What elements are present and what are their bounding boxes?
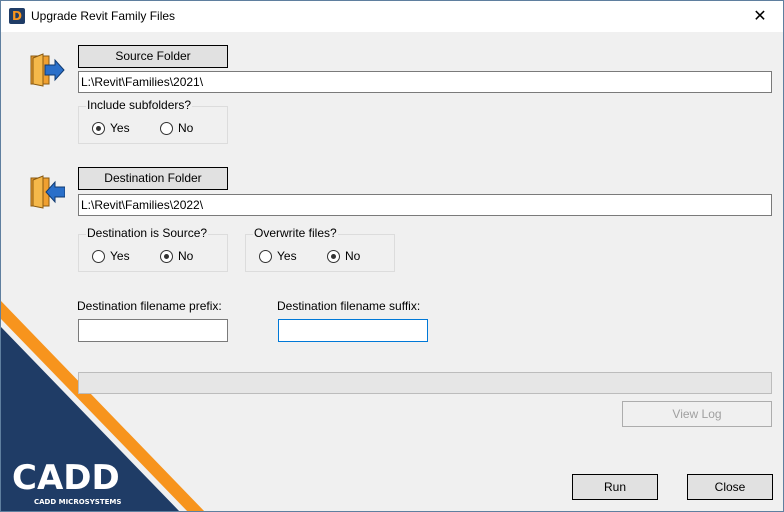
- run-button[interactable]: Run: [572, 474, 658, 500]
- overwrite-files-label: Overwrite files?: [253, 226, 338, 240]
- include-subfolders-yes-radio[interactable]: Yes: [92, 120, 130, 136]
- destination-is-source-no-radio[interactable]: No: [160, 248, 193, 264]
- folder-in-icon: [30, 53, 65, 87]
- radio-indicator: [259, 249, 272, 263]
- radio-indicator: [160, 249, 173, 263]
- destination-is-source-label: Destination is Source?: [86, 226, 209, 240]
- destination-is-source-yes-radio[interactable]: Yes: [92, 248, 130, 264]
- title-bar: D Upgrade Revit Family Files ✕: [1, 1, 783, 32]
- window-title: Upgrade Revit Family Files: [31, 9, 176, 23]
- include-subfolders-label: Include subfolders?: [86, 98, 193, 112]
- prefix-label: Destination filename prefix:: [77, 299, 222, 313]
- radio-indicator: [327, 249, 340, 263]
- logo-tagline: CADD MICROSYSTEMS: [34, 498, 121, 506]
- logo-wordmark: CADD: [12, 458, 120, 498]
- dialog-window: D Upgrade Revit Family Files ✕ CADD CADD…: [0, 0, 784, 512]
- overwrite-files-yes-radio[interactable]: Yes: [259, 248, 297, 264]
- close-button[interactable]: Close: [687, 474, 773, 500]
- radio-indicator: [160, 121, 173, 135]
- close-window-button[interactable]: ✕: [737, 1, 783, 32]
- progress-bar: [78, 372, 772, 394]
- source-path-field[interactable]: L:\Revit\Families\2021\: [78, 71, 772, 93]
- destination-folder-button[interactable]: Destination Folder: [78, 167, 228, 190]
- include-subfolders-no-radio[interactable]: No: [160, 120, 193, 136]
- folder-out-icon: [30, 175, 65, 209]
- radio-indicator: [92, 121, 105, 135]
- source-folder-button[interactable]: Source Folder: [78, 45, 228, 68]
- view-log-button[interactable]: View Log: [622, 401, 772, 427]
- destination-path-field[interactable]: L:\Revit\Families\2022\: [78, 194, 772, 216]
- suffix-input[interactable]: [278, 319, 428, 342]
- prefix-input[interactable]: [78, 319, 228, 342]
- suffix-label: Destination filename suffix:: [277, 299, 421, 313]
- app-icon: D: [9, 8, 25, 24]
- radio-indicator: [92, 249, 105, 263]
- overwrite-files-no-radio[interactable]: No: [327, 248, 360, 264]
